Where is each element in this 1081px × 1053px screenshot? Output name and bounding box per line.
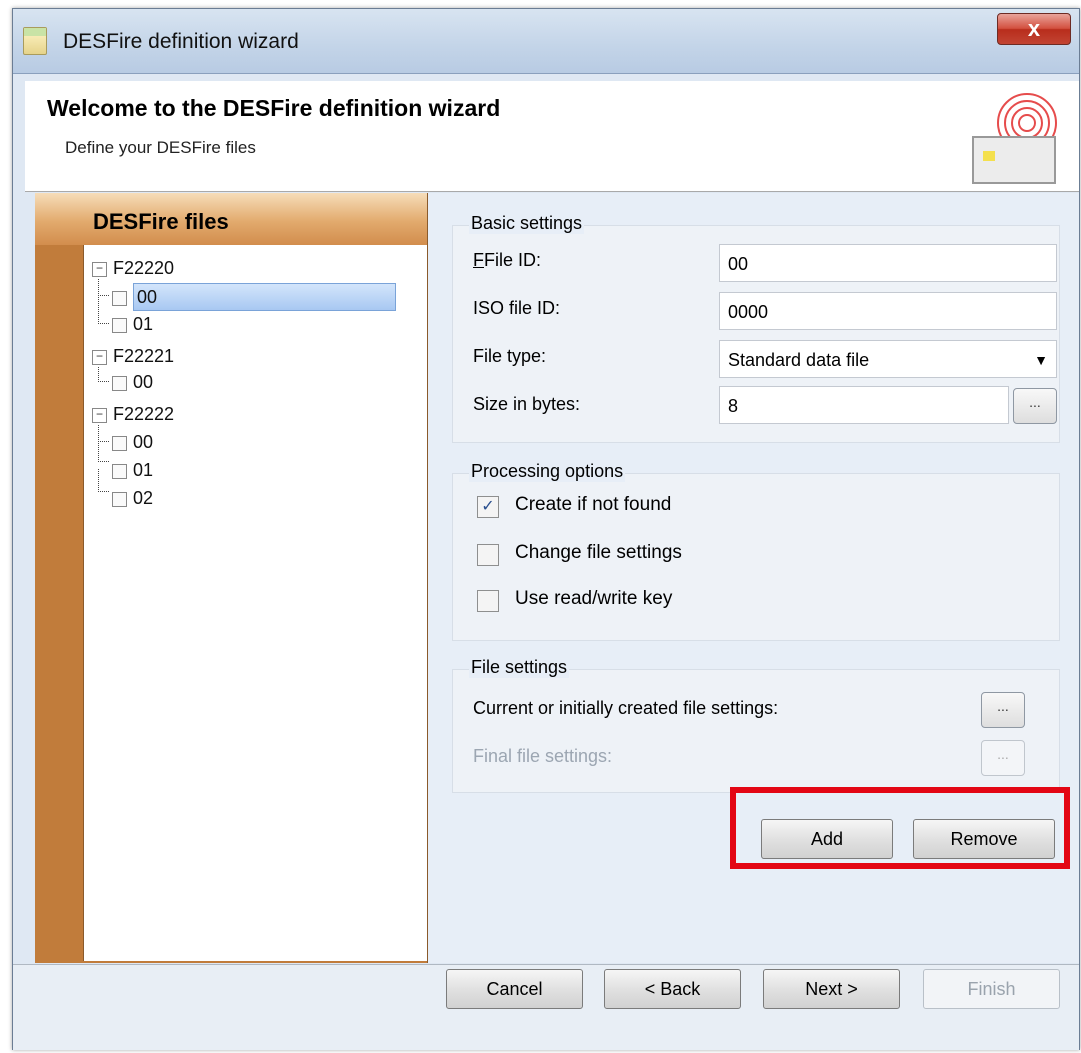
change-file-settings-label: Change file settings bbox=[515, 542, 682, 563]
tree-connector bbox=[98, 367, 109, 382]
size-in-bytes-label: Size in bytes: bbox=[473, 394, 581, 414]
current-file-settings-button[interactable]: ... bbox=[981, 692, 1025, 728]
file-icon bbox=[112, 491, 127, 507]
file-icon bbox=[112, 317, 127, 333]
window-title: DESFire definition wizard bbox=[63, 30, 299, 53]
tree-leaf-02[interactable]: 02 bbox=[112, 485, 153, 511]
page-title: Welcome to the DESFire definition wizard bbox=[47, 95, 501, 121]
file-icon bbox=[112, 290, 127, 306]
collapse-icon[interactable]: − bbox=[92, 407, 107, 423]
file-id-label: FFile ID: bbox=[473, 250, 542, 270]
tree-leaf-00[interactable]: 00 bbox=[112, 283, 396, 311]
tree-leaf-00[interactable]: 00 bbox=[112, 429, 153, 455]
basic-settings-group: Basic settings FFile ID: 00 ISO file ID:… bbox=[452, 213, 1060, 443]
final-file-settings-label: Final file settings: bbox=[473, 746, 613, 766]
title-bar: DESFire definition wizard x bbox=[13, 9, 1079, 74]
use-read-write-key-label: Use read/write key bbox=[515, 588, 673, 609]
create-if-not-found-checkbox[interactable]: ✓ bbox=[477, 496, 499, 518]
tree-node-f22221[interactable]: − F22221 bbox=[92, 343, 174, 369]
create-if-not-found-label: Create if not found bbox=[515, 494, 672, 515]
file-icon bbox=[112, 435, 127, 451]
processing-options-group: Processing options ✓ Create if not found… bbox=[452, 461, 1060, 641]
tree-leaf-01[interactable]: 01 bbox=[112, 311, 153, 337]
highlight-box bbox=[730, 787, 1070, 869]
rfid-card-icon bbox=[972, 93, 1057, 184]
files-panel: DESFire files − F22220 00 01 − F22221 00 −… bbox=[35, 193, 428, 963]
tree-connector bbox=[98, 293, 109, 324]
chevron-down-icon[interactable]: ▼ bbox=[1034, 341, 1048, 379]
basic-settings-title: Basic settings bbox=[469, 213, 585, 234]
tree-connector bbox=[98, 425, 109, 442]
file-type-label: File type: bbox=[473, 346, 547, 366]
collapse-icon[interactable]: − bbox=[92, 261, 107, 277]
file-tree[interactable]: − F22220 00 01 − F22221 00 − F22222 00 01 0… bbox=[83, 245, 427, 961]
tree-connector bbox=[98, 441, 109, 462]
file-type-select[interactable]: Standard data file ▼ bbox=[719, 340, 1057, 378]
size-in-bytes-field[interactable]: 8 bbox=[719, 386, 1009, 424]
change-file-settings-checkbox[interactable] bbox=[477, 544, 499, 566]
files-panel-header: DESFire files bbox=[35, 193, 427, 245]
close-button[interactable]: x bbox=[997, 13, 1071, 45]
tree-leaf-00[interactable]: 00 bbox=[112, 369, 153, 395]
app-icon bbox=[23, 27, 47, 55]
wizard-header: Welcome to the DESFire definition wizard… bbox=[25, 81, 1079, 192]
file-icon bbox=[112, 463, 127, 479]
files-panel-title: DESFire files bbox=[93, 209, 229, 234]
current-file-settings-label: Current or initially created file settin… bbox=[473, 698, 779, 718]
finish-button[interactable]: Finish bbox=[923, 969, 1060, 1009]
collapse-icon[interactable]: − bbox=[92, 349, 107, 365]
file-id-field[interactable]: 00 bbox=[719, 244, 1057, 282]
size-browse-button[interactable]: ... bbox=[1013, 388, 1057, 424]
tree-node-f22220[interactable]: − F22220 bbox=[92, 255, 174, 281]
file-settings-group: File settings Current or initially creat… bbox=[452, 657, 1060, 793]
page-subtitle: Define your DESFire files bbox=[65, 138, 256, 157]
use-read-write-key-checkbox[interactable] bbox=[477, 590, 499, 612]
tree-node-f22222[interactable]: − F22222 bbox=[92, 401, 174, 427]
tree-leaf-01[interactable]: 01 bbox=[112, 457, 153, 483]
wizard-footer: Cancel < Back Next > Finish bbox=[13, 964, 1079, 1050]
cancel-button[interactable]: Cancel bbox=[446, 969, 583, 1009]
iso-file-id-label: ISO file ID: bbox=[473, 298, 561, 318]
wizard-window: DESFire definition wizard x Welcome to t… bbox=[12, 8, 1080, 1050]
file-settings-title: File settings bbox=[469, 657, 570, 678]
processing-options-title: Processing options bbox=[469, 461, 626, 482]
next-button[interactable]: Next > bbox=[763, 969, 900, 1009]
iso-file-id-field[interactable]: 0000 bbox=[719, 292, 1057, 330]
tree-connector bbox=[98, 469, 109, 492]
file-icon bbox=[112, 375, 127, 391]
back-button[interactable]: < Back bbox=[604, 969, 741, 1009]
final-file-settings-button[interactable]: ... bbox=[981, 740, 1025, 776]
